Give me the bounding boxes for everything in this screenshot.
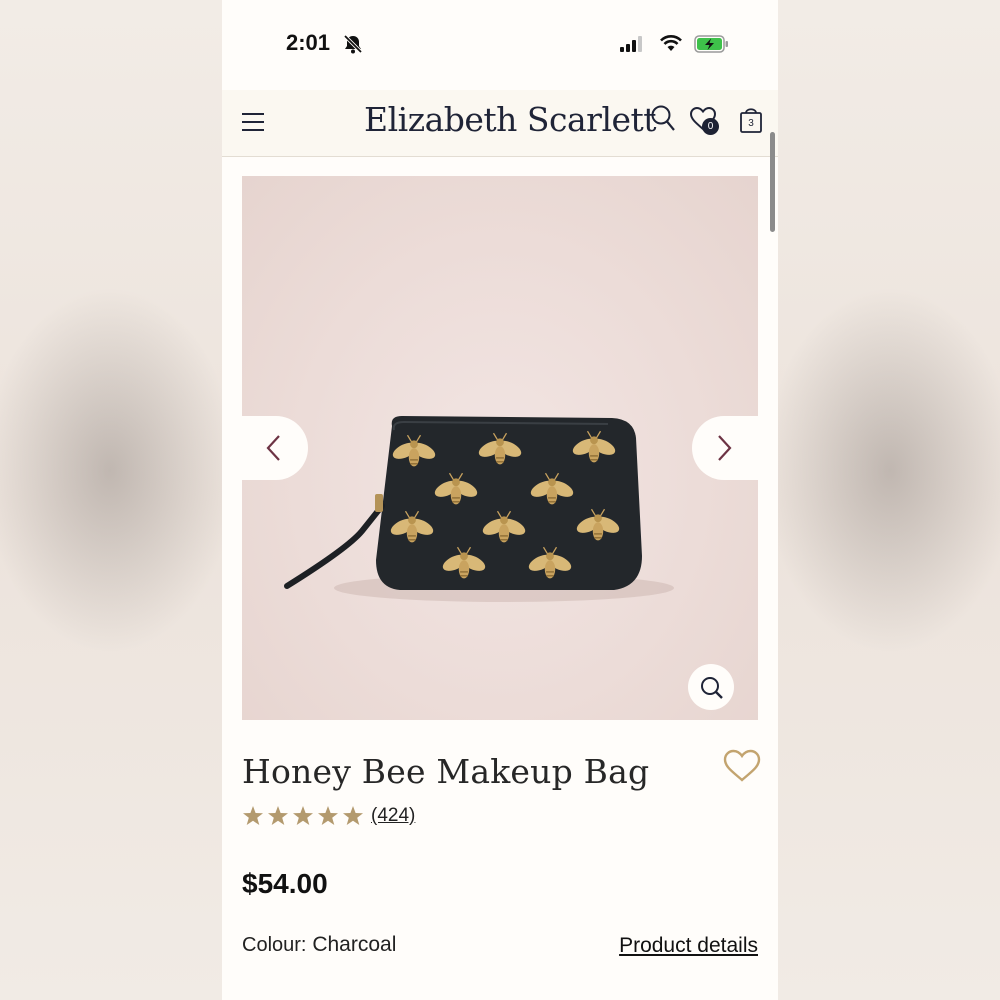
status-bar: 2:01 [222, 0, 778, 90]
signal-icon [620, 36, 642, 52]
star-icon [343, 806, 363, 825]
star-icon [268, 806, 288, 825]
review-count-link[interactable]: (424) [371, 805, 415, 827]
star-icon [293, 806, 313, 825]
wishlist-count-badge: 0 [702, 118, 719, 135]
chevron-left-icon [266, 435, 280, 461]
product-image-gallery[interactable] [242, 176, 758, 720]
product-details-link[interactable]: Product details [619, 934, 758, 958]
site-header: Elizabeth Scarlett 0 3 [222, 90, 778, 157]
menu-icon[interactable] [240, 110, 268, 134]
colour-value: Charcoal [312, 933, 397, 956]
zoom-icon [701, 677, 723, 699]
scrollbar[interactable] [770, 132, 775, 232]
colour-selection: Colour: Charcoal [242, 933, 396, 957]
colour-label: Colour: [242, 934, 307, 956]
search-icon[interactable] [650, 104, 678, 134]
product-image [284, 416, 674, 602]
star-icon [243, 806, 263, 825]
battery-charging-icon [694, 35, 728, 53]
bell-slash-icon [343, 34, 363, 54]
bag-count-badge: 3 [748, 118, 754, 129]
star-icon [318, 806, 338, 825]
brand-logo[interactable]: Elizabeth Scarlett [364, 100, 657, 139]
product-title: Honey Bee Makeup Bag [242, 752, 650, 791]
gallery-prev-button[interactable] [242, 416, 308, 480]
wifi-icon [660, 35, 682, 51]
chevron-right-icon [718, 435, 732, 461]
add-to-wishlist-heart-icon[interactable] [722, 748, 762, 784]
status-time: 2:01 [286, 30, 331, 55]
star-rating [242, 805, 364, 827]
product-price: $54.00 [242, 868, 328, 899]
zoom-button[interactable] [688, 664, 734, 710]
gallery-next-button[interactable] [692, 416, 758, 480]
phone-screen: 2:01 Elizabeth Scarlett 0 3 Honey Bee Ma… [222, 0, 778, 1000]
